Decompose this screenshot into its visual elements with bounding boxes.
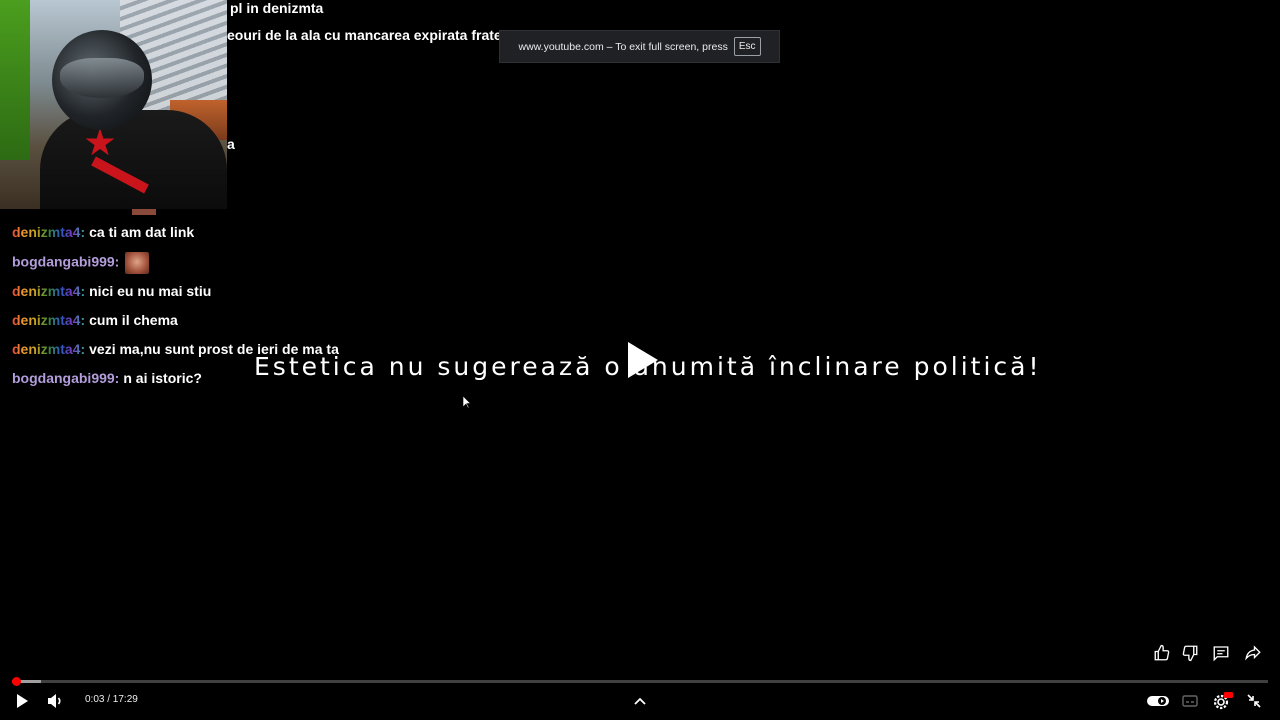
share-icon[interactable] — [1244, 644, 1262, 662]
thumbs-down-icon[interactable] — [1181, 644, 1199, 662]
play-icon[interactable] — [12, 691, 32, 711]
chat-username: denizmta4: — [12, 283, 86, 299]
chat-line-partial-1: pl in denizmta — [230, 0, 324, 16]
comments-icon[interactable] — [1212, 644, 1230, 662]
webcam-visor — [60, 58, 144, 98]
webcam-overlay — [0, 0, 227, 209]
chat-text: ca ti am dat link — [89, 224, 195, 240]
chat-username: denizmta4: — [12, 224, 86, 240]
subtitles-icon[interactable] — [1180, 691, 1200, 711]
chat-message: denizmta4: ca ti am dat link — [12, 223, 194, 241]
exit-fullscreen-icon[interactable] — [1244, 691, 1264, 711]
chat-username: denizmta4: — [12, 312, 86, 328]
video-caption: Estetica nu sugerează o anumită înclinar… — [254, 352, 1042, 381]
chat-message: denizmta4: cum il chema — [12, 311, 178, 329]
emote-partial — [132, 209, 156, 215]
chat-message: bogdangabi999: n ai istoric? — [12, 369, 202, 387]
chat-line-partial-2: eouri de la ala cu mancarea expirata fra… — [227, 27, 502, 43]
fullscreen-notice-text: www.youtube.com – To exit full screen, p… — [518, 40, 728, 53]
chat-message: bogdangabi999: — [12, 252, 150, 274]
chat-username: denizmta4: — [12, 341, 86, 357]
volume-icon[interactable] — [45, 691, 65, 711]
chat-line-partial-3: a — [227, 136, 235, 152]
time-display: 0:03 / 17:29 — [85, 694, 138, 705]
mouse-cursor-icon — [463, 396, 471, 409]
webcam-jacket — [40, 110, 227, 209]
video-player[interactable]: pl in denizmta eouri de la ala cu mancar… — [0, 0, 1280, 720]
progress-scrubber[interactable] — [11, 677, 21, 686]
progress-bar[interactable] — [11, 677, 1268, 686]
chevron-up-icon[interactable] — [630, 691, 650, 711]
settings-icon[interactable] — [1211, 691, 1233, 711]
chat-emote — [125, 252, 150, 274]
chat-username: bogdangabi999: — [12, 370, 120, 386]
chat-username: bogdangabi999: — [12, 253, 120, 270]
fullscreen-notice: www.youtube.com – To exit full screen, p… — [499, 30, 780, 63]
autoplay-toggle-icon[interactable] — [1146, 691, 1170, 711]
chat-message: denizmta4: nici eu nu mai stiu — [12, 282, 211, 300]
chat-text: n ai istoric? — [123, 370, 202, 386]
esc-key-badge: Esc — [733, 37, 761, 56]
thumbs-up-icon[interactable] — [1153, 644, 1171, 662]
chat-text: cum il chema — [89, 312, 178, 328]
chat-text: nici eu nu mai stiu — [89, 283, 212, 299]
webcam-wall — [0, 0, 30, 160]
